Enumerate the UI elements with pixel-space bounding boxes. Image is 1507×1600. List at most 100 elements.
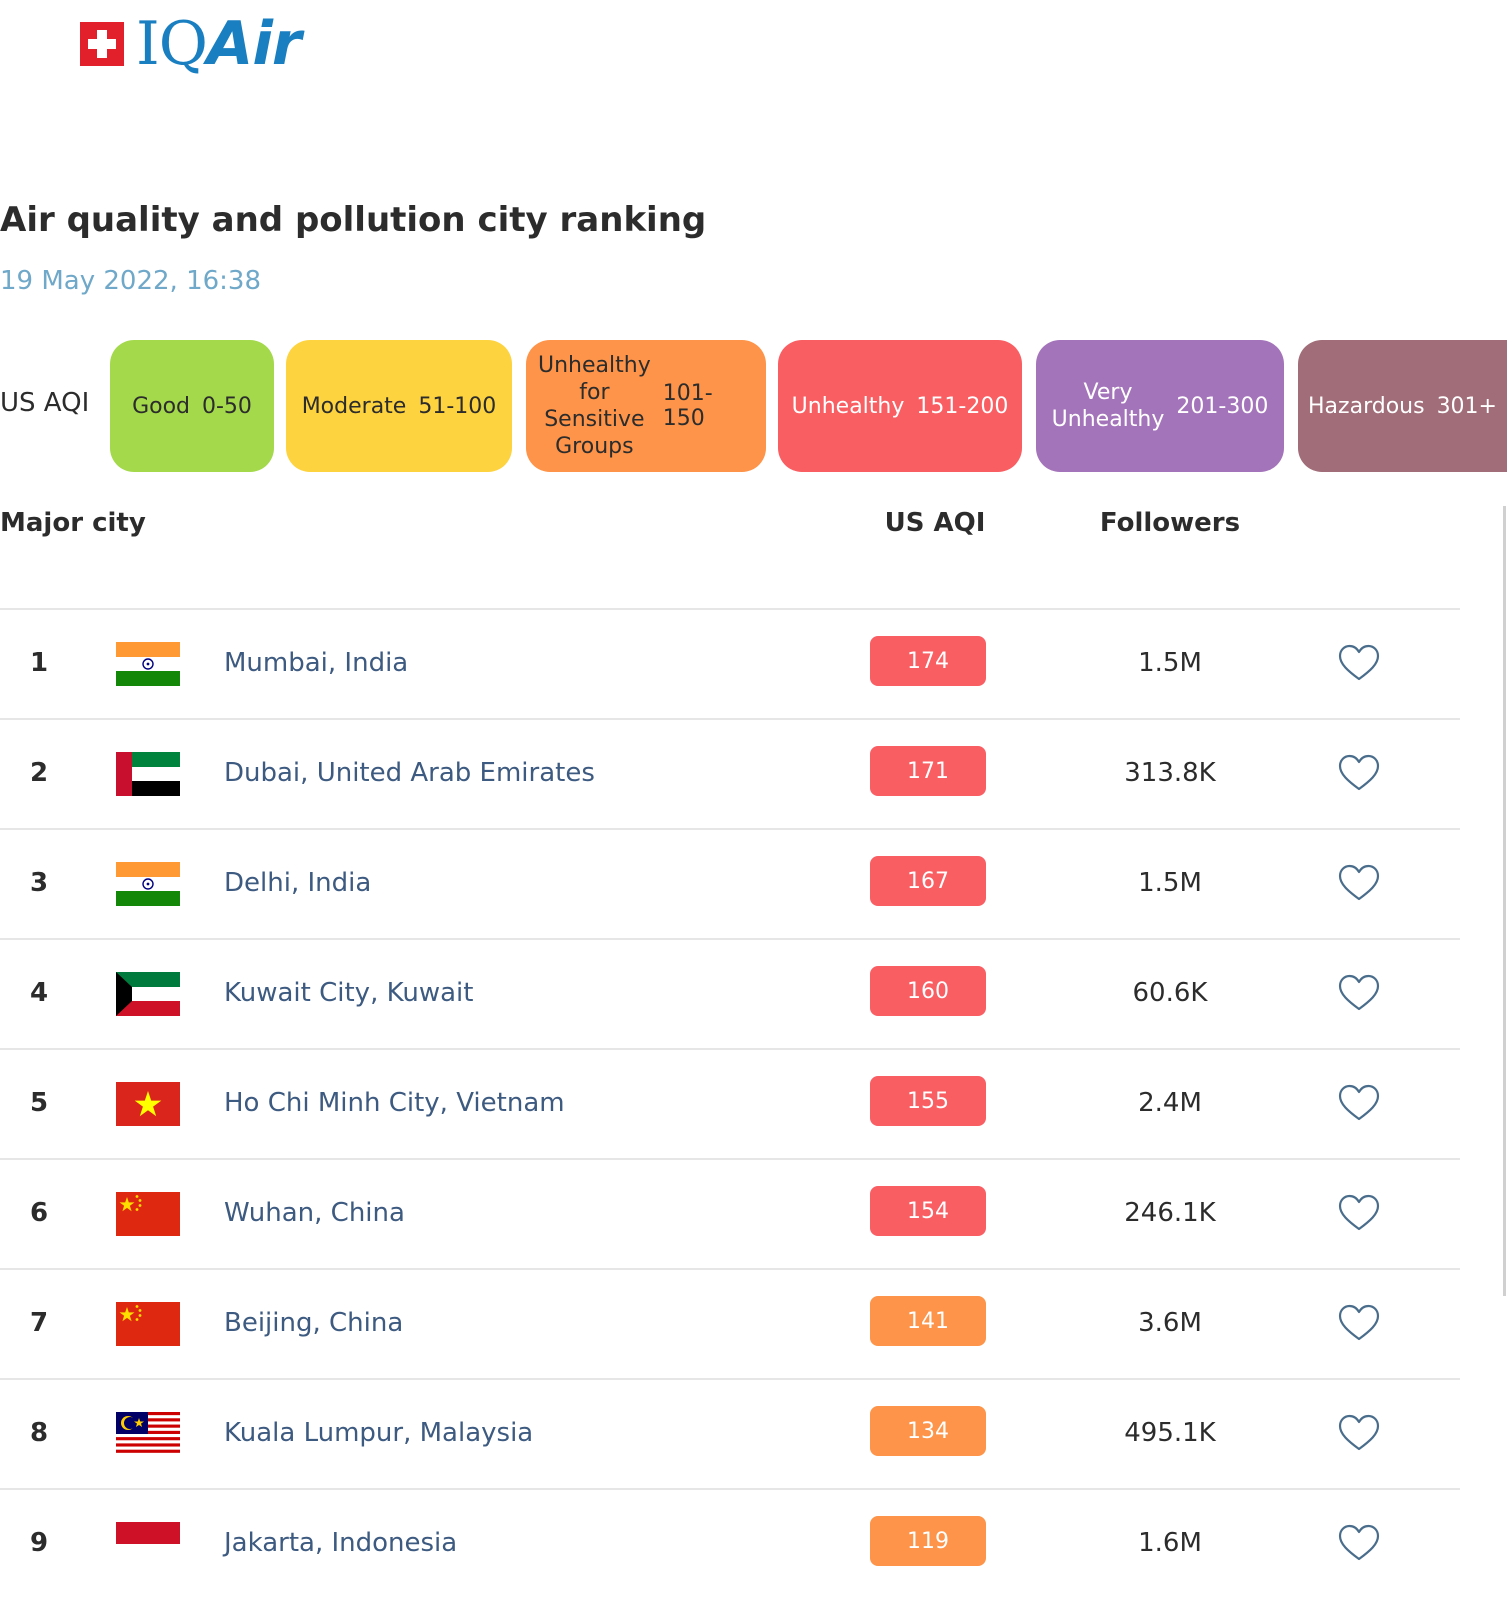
table-row[interactable]: 8 Kuala Lumpur, Malaysia 134 495.1K (0, 1378, 1460, 1488)
legend-range: 201-300 (1176, 393, 1269, 419)
aqi-badge: 134 (870, 1406, 986, 1456)
header-us-aqi[interactable]: US AQI (850, 508, 1020, 538)
city-link[interactable]: Mumbai, India (224, 648, 408, 678)
aqi-badge: 141 (870, 1296, 986, 1346)
iqair-logo[interactable]: IQAir (80, 9, 301, 79)
legend-name: Moderate (302, 393, 407, 420)
china-flag-icon (116, 1302, 180, 1346)
legend-pill-very-unhealthy: Very Unhealthy 201-300 (1036, 340, 1284, 472)
followers-count: 1.5M (1138, 648, 1202, 678)
vietnam-flag-icon (116, 1082, 180, 1126)
timestamp: 19 May 2022, 16:38 (0, 266, 261, 296)
heart-icon[interactable] (1338, 1084, 1380, 1122)
legend-name-line: Hazardous (1308, 393, 1425, 419)
legend-pill-hazardous: Hazardous 301+ (1298, 340, 1507, 472)
legend-name-line: Unhealthy (791, 393, 905, 419)
india-flag-icon (116, 642, 180, 686)
legend-label: US AQI (0, 388, 90, 418)
heart-icon[interactable] (1338, 754, 1380, 792)
legend-name: Unhealthy (792, 393, 905, 420)
followers-count: 1.6M (1138, 1528, 1202, 1558)
legend-name-line: for (579, 380, 610, 405)
rank-number: 1 (29, 648, 49, 678)
legend-pill-unhealthy: Unhealthy 151-200 (778, 340, 1022, 472)
legend-name-line: Very (1083, 380, 1133, 405)
legend-pill-moderate: Moderate 51-100 (286, 340, 512, 472)
legend-name-line: Unhealthy (538, 353, 651, 378)
aqi-badge: 171 (870, 746, 986, 796)
legend-range: 101-150 (662, 381, 713, 431)
legend-range: 151-200 (916, 393, 1009, 419)
kuwait-flag-icon (116, 972, 180, 1016)
legend-name: Good (132, 393, 190, 420)
indonesia-flag-icon (116, 1522, 180, 1566)
legend-name: Unhealthy for Sensitive Groups (538, 352, 651, 460)
city-link[interactable]: Kuwait City, Kuwait (224, 978, 473, 1008)
rank-number: 8 (29, 1418, 49, 1448)
legend-name: Hazardous (1308, 393, 1425, 420)
rank-number: 3 (29, 868, 49, 898)
legend-name-line: Good (132, 393, 190, 419)
city-link[interactable]: Ho Chi Minh City, Vietnam (224, 1088, 565, 1118)
table-row[interactable]: 9 Jakarta, Indonesia 119 1.6M (0, 1488, 1460, 1598)
followers-count: 246.1K (1124, 1198, 1216, 1228)
aqi-badge: 154 (870, 1186, 986, 1236)
city-link[interactable]: Kuala Lumpur, Malaysia (224, 1418, 533, 1448)
city-link[interactable]: Wuhan, China (224, 1198, 405, 1228)
city-link[interactable]: Beijing, China (224, 1308, 403, 1338)
legend-name-line: Sensitive (544, 407, 645, 432)
city-link[interactable]: Delhi, India (224, 868, 371, 898)
aqi-badge: 119 (870, 1516, 986, 1566)
scrollbar[interactable] (1503, 506, 1506, 1296)
followers-count: 313.8K (1124, 758, 1216, 788)
heart-icon[interactable] (1338, 1304, 1380, 1342)
table-row[interactable]: 2 Dubai, United Arab Emirates 171 313.8K (0, 718, 1460, 828)
table-row[interactable]: 3 Delhi, India 167 1.5M (0, 828, 1460, 938)
swiss-cross-icon (80, 22, 124, 66)
table-row[interactable]: 6 Wuhan, China 154 246.1K (0, 1158, 1460, 1268)
aqi-badge: 160 (870, 966, 986, 1016)
table-row[interactable]: 5 Ho Chi Minh City, Vietnam 155 2.4M (0, 1048, 1460, 1158)
followers-count: 60.6K (1132, 978, 1208, 1008)
city-link[interactable]: Dubai, United Arab Emirates (224, 758, 595, 788)
table-row[interactable]: 4 Kuwait City, Kuwait 160 60.6K (0, 938, 1460, 1048)
legend-range: 0-50 (202, 393, 252, 419)
uae-flag-icon (116, 752, 180, 796)
rank-number: 2 (29, 758, 49, 788)
followers-count: 3.6M (1138, 1308, 1202, 1338)
rank-number: 4 (29, 978, 49, 1008)
legend-name-line: Unhealthy (1051, 407, 1165, 432)
legend-pill-good: Good 0-50 (110, 340, 274, 472)
rank-number: 9 (29, 1528, 49, 1558)
aqi-badge: 174 (870, 636, 986, 686)
rank-number: 6 (29, 1198, 49, 1228)
city-link[interactable]: Jakarta, Indonesia (224, 1528, 457, 1558)
table-header: Major city US AQI Followers (0, 508, 1460, 548)
legend-name-line: Groups (555, 434, 634, 459)
page-title: Air quality and pollution city ranking (0, 200, 707, 240)
brand-name: IQAir (136, 9, 301, 79)
heart-icon[interactable] (1338, 864, 1380, 902)
aqi-legend: US AQI Good 0-50 Moderate 51-100 Unhealthy fo… (0, 340, 1507, 472)
legend-name: Very Unhealthy (1052, 379, 1165, 433)
legend-range: 301+ (1436, 393, 1497, 419)
legend-name-line: Moderate (301, 393, 407, 419)
heart-icon[interactable] (1338, 974, 1380, 1012)
followers-count: 2.4M (1138, 1088, 1202, 1118)
rank-number: 7 (29, 1308, 49, 1338)
rank-number: 5 (29, 1088, 49, 1118)
heart-icon[interactable] (1338, 1414, 1380, 1452)
aqi-badge: 155 (870, 1076, 986, 1126)
table-row[interactable]: 7 Beijing, China 141 3.6M (0, 1268, 1460, 1378)
heart-icon[interactable] (1338, 1524, 1380, 1562)
heart-icon[interactable] (1338, 1194, 1380, 1232)
legend-pill-unhealthy-for-sensitive-groups: Unhealthy for Sensitive Groups 101-150 (526, 340, 766, 472)
header-major-city: Major city (0, 508, 146, 538)
table-row[interactable]: 1 Mumbai, India 174 1.5M (0, 608, 1460, 718)
india-flag-icon (116, 862, 180, 906)
heart-icon[interactable] (1338, 644, 1380, 682)
ranking-table: 1 Mumbai, India 174 1.5M 2 Dubai, United Arab… (0, 608, 1460, 1598)
china-flag-icon (116, 1192, 180, 1236)
header-followers[interactable]: Followers (1080, 508, 1260, 538)
aqi-badge: 167 (870, 856, 986, 906)
